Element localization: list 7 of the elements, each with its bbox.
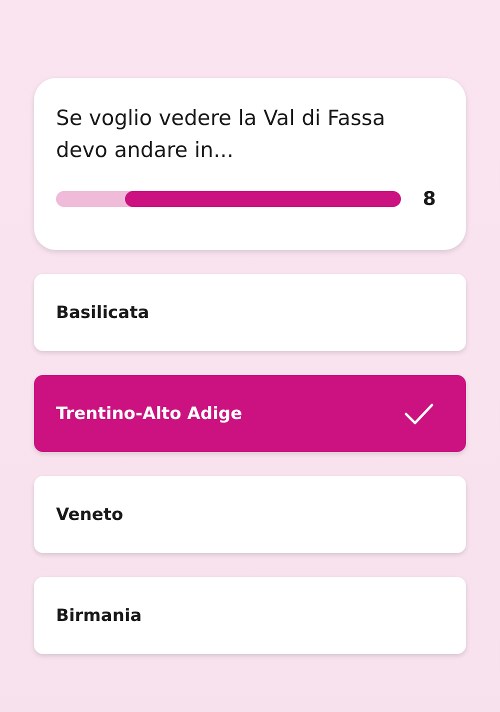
check-icon [404,402,434,424]
answer-option[interactable]: Veneto [34,476,466,553]
answer-option[interactable]: Basilicata [34,274,466,351]
answer-option[interactable]: Trentino-Alto Adige [34,375,466,452]
answer-option[interactable]: Birmania [34,577,466,654]
timer-count: 8 [422,188,436,210]
question-text: Se voglio vedere la Val di Fassa devo andare in... [56,105,386,164]
